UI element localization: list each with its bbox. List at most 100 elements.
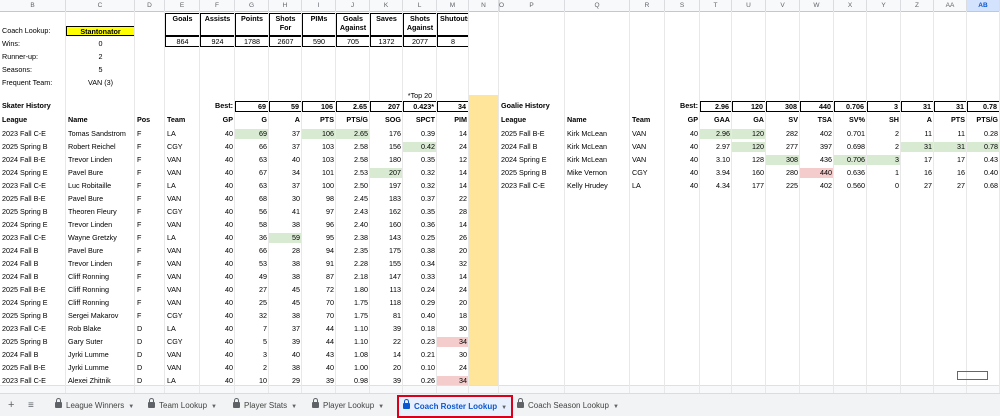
skater-cell[interactable]: 40 xyxy=(200,285,235,295)
skater-cell[interactable]: 2024 Fall B xyxy=(0,246,66,256)
skater-cell[interactable]: F xyxy=(135,259,165,269)
goalie-cell[interactable]: 160 xyxy=(732,168,766,178)
goalie-cell[interactable]: 17 xyxy=(901,155,934,165)
goalie-cell[interactable]: 436 xyxy=(800,155,834,165)
skater-cell[interactable]: VAN xyxy=(165,220,200,230)
goalie-cell[interactable]: 40 xyxy=(665,155,700,165)
skater-cell[interactable]: 37 xyxy=(269,142,302,152)
goalie-cell[interactable]: CGY xyxy=(630,168,665,178)
goalie-cell[interactable]: 0.28 xyxy=(967,129,1000,139)
sheet-tab-player-lookup[interactable]: Player Lookup ▼ xyxy=(312,397,384,414)
skater-cell[interactable]: 40 xyxy=(200,246,235,256)
goalie-cell[interactable]: 0.636 xyxy=(834,168,867,178)
skater-cell[interactable]: 2.35 xyxy=(336,246,370,256)
skater-cell[interactable]: 40 xyxy=(200,298,235,308)
sheet-tab-coach-season-lookup[interactable]: Coach Season Lookup ▼ xyxy=(517,397,619,414)
totals-header[interactable]: Assists xyxy=(200,13,235,36)
skater-cell[interactable]: 36 xyxy=(235,233,269,243)
skater-cell[interactable]: 113 xyxy=(370,285,403,295)
skater-cell[interactable]: 40 xyxy=(200,168,235,178)
totals-value[interactable]: 1788 xyxy=(235,36,269,47)
top20-note[interactable]: *Top 20 xyxy=(403,91,437,101)
skater-cell[interactable]: 207 xyxy=(370,167,403,178)
skater-cell[interactable]: 37 xyxy=(269,324,302,334)
skater-cell[interactable]: 2.43 xyxy=(336,207,370,217)
skater-cell[interactable]: Gary Suter xyxy=(66,337,135,347)
goalie-cell[interactable]: 2.96 xyxy=(700,128,732,139)
seasons-label[interactable]: Seasons: xyxy=(0,65,66,75)
skater-cell[interactable]: F xyxy=(135,220,165,230)
goalie-col-header[interactable]: SV xyxy=(766,115,800,125)
skater-cell[interactable]: 2025 Spring B xyxy=(0,311,66,321)
goalie-best-value[interactable]: 120 xyxy=(732,101,766,112)
skater-cell[interactable]: D xyxy=(135,350,165,360)
goalie-cell[interactable]: 0.701 xyxy=(834,129,867,139)
goalie-cell[interactable]: VAN xyxy=(630,142,665,152)
column-header-bar[interactable]: B C D E F G H I J K L M N O P Q R S T U V W X Y Z AA AB xyxy=(0,0,1000,12)
skater-cell[interactable]: LA xyxy=(165,129,200,139)
skater-cell[interactable]: 70 xyxy=(302,311,336,321)
column-header-x[interactable]: X xyxy=(834,0,867,11)
skater-cell[interactable]: 40 xyxy=(200,129,235,139)
skater-cell[interactable]: 39 xyxy=(370,324,403,334)
sheet-tab-team-lookup[interactable]: Team Lookup ▼ xyxy=(148,397,217,414)
skater-history-title[interactable]: Skater History xyxy=(0,101,66,111)
skater-cell[interactable]: 155 xyxy=(370,259,403,269)
skater-cell[interactable]: Wayne Gretzky xyxy=(66,233,135,243)
goalie-cell[interactable]: 280 xyxy=(766,168,800,178)
goalie-col-header[interactable]: A xyxy=(901,115,934,125)
goalie-cell[interactable]: 0 xyxy=(867,181,901,191)
skater-cell[interactable]: 22 xyxy=(370,337,403,347)
skater-cell[interactable]: 2024 Spring E xyxy=(0,168,66,178)
skater-cell[interactable]: F xyxy=(135,246,165,256)
totals-value[interactable]: 924 xyxy=(200,36,235,47)
skater-cell[interactable]: 97 xyxy=(302,207,336,217)
skater-cell[interactable]: 2023 Fall C-E xyxy=(0,233,66,243)
skater-cell[interactable]: VAN xyxy=(165,155,200,165)
column-header-e[interactable]: E xyxy=(165,0,200,11)
column-header-s[interactable]: S xyxy=(665,0,700,11)
skater-cell[interactable]: 41 xyxy=(269,207,302,217)
column-header-p[interactable]: P xyxy=(499,0,565,11)
goalie-cell[interactable]: 2024 Fall B xyxy=(499,142,565,152)
skater-cell[interactable]: 3 xyxy=(235,350,269,360)
goalie-cell[interactable]: 0.560 xyxy=(834,181,867,191)
skater-cell[interactable]: VAN xyxy=(165,272,200,282)
goalie-cell[interactable]: 16 xyxy=(934,168,967,178)
skater-cell[interactable]: 103 xyxy=(302,155,336,165)
skater-cell[interactable]: 1.10 xyxy=(336,337,370,347)
column-header-b[interactable]: B xyxy=(0,0,66,11)
skater-cell[interactable]: 2.45 xyxy=(336,194,370,204)
column-header-l[interactable]: L xyxy=(403,0,437,11)
skater-cell[interactable]: 40 xyxy=(302,363,336,373)
skater-cell[interactable]: 0.24 xyxy=(403,285,437,295)
skater-col-header[interactable]: GP xyxy=(200,115,235,125)
skater-cell[interactable]: 2023 Fall C-E xyxy=(0,129,66,139)
skater-cell[interactable]: F xyxy=(135,194,165,204)
skater-cell[interactable]: 18 xyxy=(437,311,469,321)
chevron-down-icon[interactable]: ▼ xyxy=(128,404,134,410)
goalie-cell[interactable]: 2 xyxy=(867,129,901,139)
goalie-cell[interactable]: 2 xyxy=(867,142,901,152)
goalie-cell[interactable]: 0.68 xyxy=(967,181,1000,191)
skater-cell[interactable]: F xyxy=(135,207,165,217)
skater-cell[interactable]: Pavel Bure xyxy=(66,246,135,256)
skater-cell[interactable]: 2024 Fall B xyxy=(0,350,66,360)
skater-cell[interactable]: 0.32 xyxy=(403,181,437,191)
column-header-q[interactable]: Q xyxy=(565,0,630,11)
skater-cell[interactable]: 1.10 xyxy=(336,324,370,334)
goalie-col-header[interactable]: GP xyxy=(665,115,700,125)
goalie-cell[interactable]: 177 xyxy=(732,181,766,191)
skater-cell[interactable]: F xyxy=(135,155,165,165)
skater-cell[interactable]: 26 xyxy=(437,233,469,243)
skater-cell[interactable]: Tomas Sandstrom xyxy=(66,129,135,139)
skater-cell[interactable]: 2 xyxy=(235,363,269,373)
totals-header[interactable]: Shots Against xyxy=(403,13,437,36)
skater-cell[interactable]: 2.40 xyxy=(336,220,370,230)
skater-cell[interactable]: 32 xyxy=(235,311,269,321)
skater-cell[interactable]: 0.42 xyxy=(403,141,437,152)
skater-cell[interactable]: 58 xyxy=(235,220,269,230)
skater-cell[interactable]: F xyxy=(135,142,165,152)
skater-cell[interactable]: 38 xyxy=(269,259,302,269)
goalie-col-header[interactable]: League xyxy=(499,115,565,125)
